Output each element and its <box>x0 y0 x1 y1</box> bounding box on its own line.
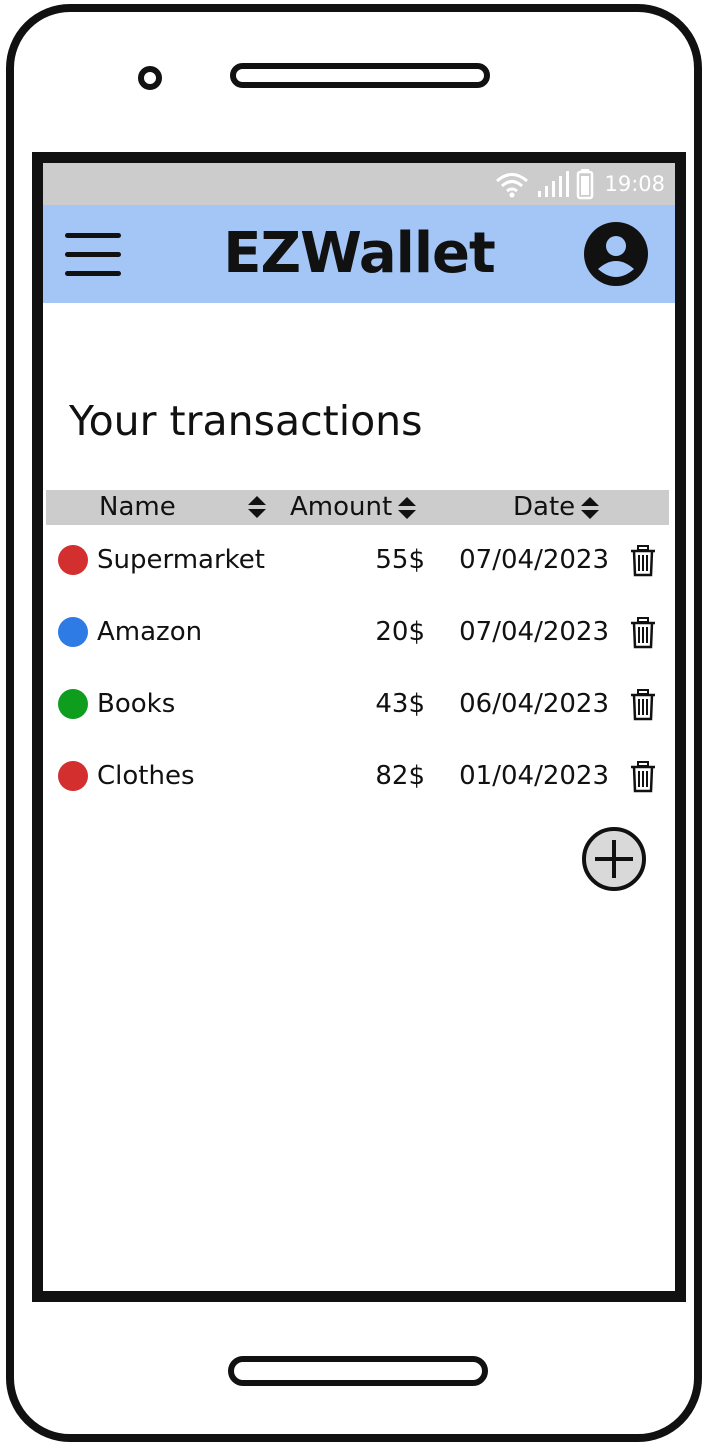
home-button[interactable] <box>228 1356 488 1386</box>
delete-transaction-button[interactable] <box>629 761 657 793</box>
trash-icon <box>631 545 655 577</box>
transaction-row[interactable]: Books 43$ 06/04/2023 <box>43 679 675 729</box>
battery-icon <box>577 169 594 200</box>
sort-by-name-header[interactable]: Name <box>99 490 176 525</box>
category-color-dot <box>58 545 88 575</box>
transaction-amount: 20$ <box>375 617 425 647</box>
sort-icon <box>581 496 600 519</box>
transaction-amount: 43$ <box>375 689 425 719</box>
status-time: 19:08 <box>604 172 665 196</box>
speaker-grille <box>230 63 490 88</box>
transaction-amount: 82$ <box>375 761 425 791</box>
transaction-name: Amazon <box>97 617 203 647</box>
transaction-date: 06/04/2023 <box>459 689 609 719</box>
menu-button[interactable] <box>65 227 125 281</box>
transaction-date: 07/04/2023 <box>459 545 609 575</box>
date-column-label: Date <box>513 492 576 522</box>
wifi-icon <box>496 173 529 198</box>
app-title: EZWallet <box>223 221 496 286</box>
phone-screen: 19:08 EZWallet Your transactions Name Am… <box>32 152 686 1302</box>
transaction-row[interactable]: Amazon 20$ 07/04/2023 <box>43 607 675 657</box>
transaction-name: Supermarket <box>97 545 265 575</box>
table-header: Name Amount Date <box>46 490 669 525</box>
amount-column-label: Amount <box>290 492 393 522</box>
name-column-label: Name <box>99 492 176 522</box>
sort-by-amount-header[interactable]: Amount <box>290 490 418 525</box>
app-bar: EZWallet <box>43 205 675 303</box>
sort-by-date-header[interactable]: Date <box>513 490 601 525</box>
transaction-name: Clothes <box>97 761 195 791</box>
category-color-dot <box>58 689 88 719</box>
delete-transaction-button[interactable] <box>629 689 657 721</box>
trash-icon <box>631 761 655 793</box>
signal-icon <box>538 171 570 197</box>
transaction-row[interactable]: Supermarket 55$ 07/04/2023 <box>43 535 675 585</box>
page-title: Your transactions <box>69 397 423 445</box>
transaction-date: 07/04/2023 <box>459 617 609 647</box>
transaction-date: 01/04/2023 <box>459 761 609 791</box>
transaction-name: Books <box>97 689 176 719</box>
sort-icon[interactable] <box>246 493 268 521</box>
camera-icon <box>138 66 162 90</box>
trash-icon <box>631 617 655 649</box>
profile-button[interactable] <box>583 221 649 287</box>
category-color-dot <box>58 761 88 791</box>
status-bar: 19:08 <box>43 163 675 205</box>
transaction-amount: 55$ <box>375 545 425 575</box>
trash-icon <box>631 689 655 721</box>
category-color-dot <box>58 617 88 647</box>
plus-circle-icon <box>582 827 646 891</box>
add-transaction-button[interactable] <box>581 826 647 892</box>
sort-icon <box>398 496 417 519</box>
delete-transaction-button[interactable] <box>629 545 657 577</box>
delete-transaction-button[interactable] <box>629 617 657 649</box>
account-icon <box>584 222 648 286</box>
transaction-row[interactable]: Clothes 82$ 01/04/2023 <box>43 751 675 801</box>
